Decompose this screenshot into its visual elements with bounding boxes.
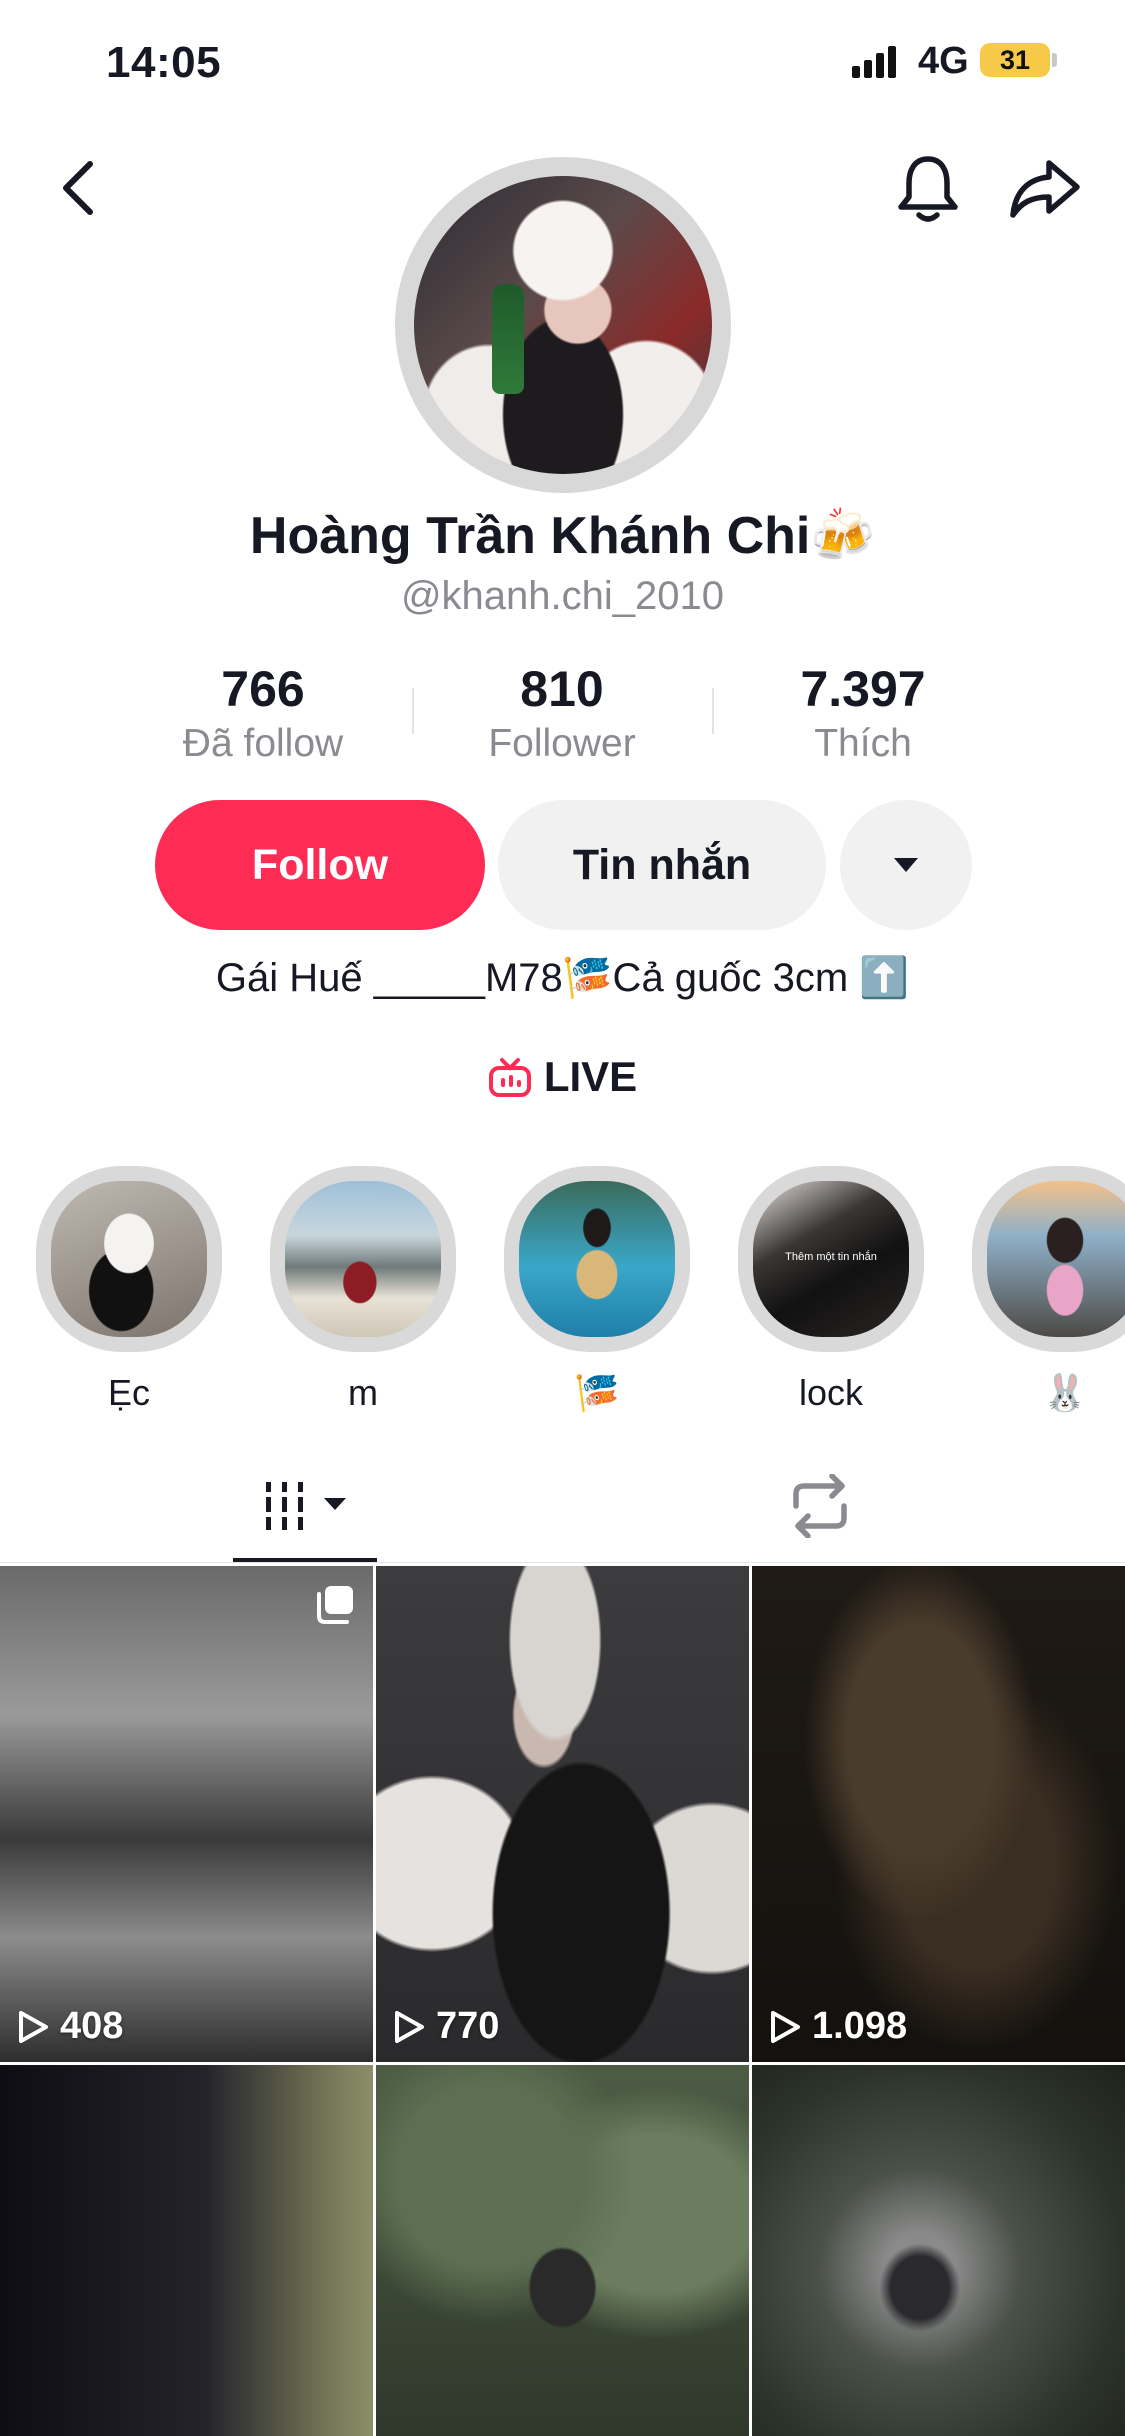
highlight-label: 🎏 (574, 1372, 620, 1413)
signal-icon (852, 46, 896, 78)
stat-value: 766 (221, 661, 305, 717)
highlight-item[interactable]: 🐰 (972, 1166, 1125, 1414)
stat-value: 810 (520, 661, 604, 717)
play-icon (771, 2010, 800, 2043)
live-tv-icon (488, 1058, 531, 1097)
tab-divider (0, 1562, 1125, 1563)
stat-following[interactable]: 766 Đã follow (133, 660, 393, 766)
avatar-bottle-detail (492, 284, 524, 394)
video-tile[interactable]: 770 (376, 1566, 749, 2062)
more-options-button[interactable] (840, 800, 972, 930)
battery-tip (1052, 53, 1057, 67)
profile-name: Hoàng Trần Khánh Chi🍻 (0, 505, 1125, 566)
highlight-ring (270, 1166, 456, 1352)
live-label: LIVE (543, 1053, 638, 1100)
network-type: 4G (918, 40, 969, 82)
avatar[interactable] (414, 176, 712, 474)
stat-label: Đã follow (182, 722, 344, 765)
stat-divider (712, 688, 714, 734)
highlight-thumbnail: Thêm một tin nhắn (753, 1181, 909, 1337)
bell-icon (898, 156, 958, 222)
highlight-thumbnail (519, 1181, 675, 1337)
battery-indicator: 31 (980, 43, 1050, 77)
video-views: 1.098 (768, 2005, 907, 2048)
multi-photo-icon (317, 1586, 353, 1624)
play-icon (19, 2010, 48, 2043)
highlight-item[interactable]: 🎏 (504, 1166, 690, 1414)
video-tile[interactable] (0, 2065, 373, 2436)
highlight-overlay-text: Thêm một tin nhắn (785, 1251, 877, 1263)
profile-name-text: Hoàng Trần Khánh Chi (249, 507, 811, 565)
highlight-item[interactable]: Ẹc (36, 1166, 222, 1414)
back-button[interactable] (50, 160, 106, 216)
play-icon (395, 2010, 424, 2043)
profile-handle: @khanh.chi_2010 (400, 574, 725, 618)
live-link[interactable]: LIVE (0, 1053, 1125, 1101)
message-button[interactable]: Tin nhắn (498, 800, 826, 930)
profile-name-emoji: 🍻 (810, 507, 876, 565)
highlight-ring (504, 1166, 690, 1352)
status-time: 14:05 (106, 38, 222, 87)
view-count: 770 (436, 2005, 500, 2047)
view-count: 408 (60, 2005, 124, 2047)
video-views: 770 (392, 2005, 499, 2048)
highlight-item[interactable]: Thêm một tin nhắn lock (738, 1166, 924, 1414)
highlight-item[interactable]: m (270, 1166, 456, 1414)
highlight-ring: Thêm một tin nhắn (738, 1166, 924, 1352)
highlight-label: 🐰 (1042, 1372, 1088, 1413)
highlight-thumbnail (987, 1181, 1125, 1337)
chevron-left-icon (63, 161, 93, 215)
tab-reposts[interactable] (784, 1470, 856, 1542)
highlight-ring (36, 1166, 222, 1352)
view-count: 1.098 (812, 2005, 908, 2047)
follow-button[interactable]: Follow (155, 800, 485, 930)
share-arrow-icon (1010, 160, 1080, 218)
stat-label: Follower (488, 722, 636, 765)
highlight-ring (972, 1166, 1125, 1352)
video-tile[interactable] (376, 2065, 749, 2436)
video-tile[interactable]: 408 (0, 1566, 373, 2062)
highlight-thumbnail (285, 1181, 441, 1337)
highlight-label: Ẹc (107, 1372, 150, 1413)
highlight-label: lock (798, 1372, 864, 1413)
stat-likes[interactable]: 7.397 Thích (733, 660, 993, 766)
highlight-label: m (348, 1372, 378, 1413)
video-tile[interactable]: 1.098 (752, 1566, 1125, 2062)
tab-videos[interactable] (262, 1476, 352, 1536)
highlight-thumbnail (51, 1181, 207, 1337)
repost-icon (793, 1474, 847, 1538)
stat-divider (412, 688, 414, 734)
share-button[interactable] (1005, 150, 1085, 226)
stat-value: 7.397 (800, 661, 926, 717)
video-tile[interactable] (752, 2065, 1125, 2436)
profile-bio: Gái Huế _____M78🎏Cả guốc 3cm ⬆️ (215, 956, 910, 1000)
video-views: 408 (16, 2005, 123, 2048)
notification-button[interactable] (890, 150, 966, 226)
caret-down-icon (894, 858, 918, 872)
stat-followers[interactable]: 810 Follower (432, 660, 692, 766)
grid-columns-icon (262, 1482, 346, 1530)
stat-label: Thích (814, 722, 912, 765)
